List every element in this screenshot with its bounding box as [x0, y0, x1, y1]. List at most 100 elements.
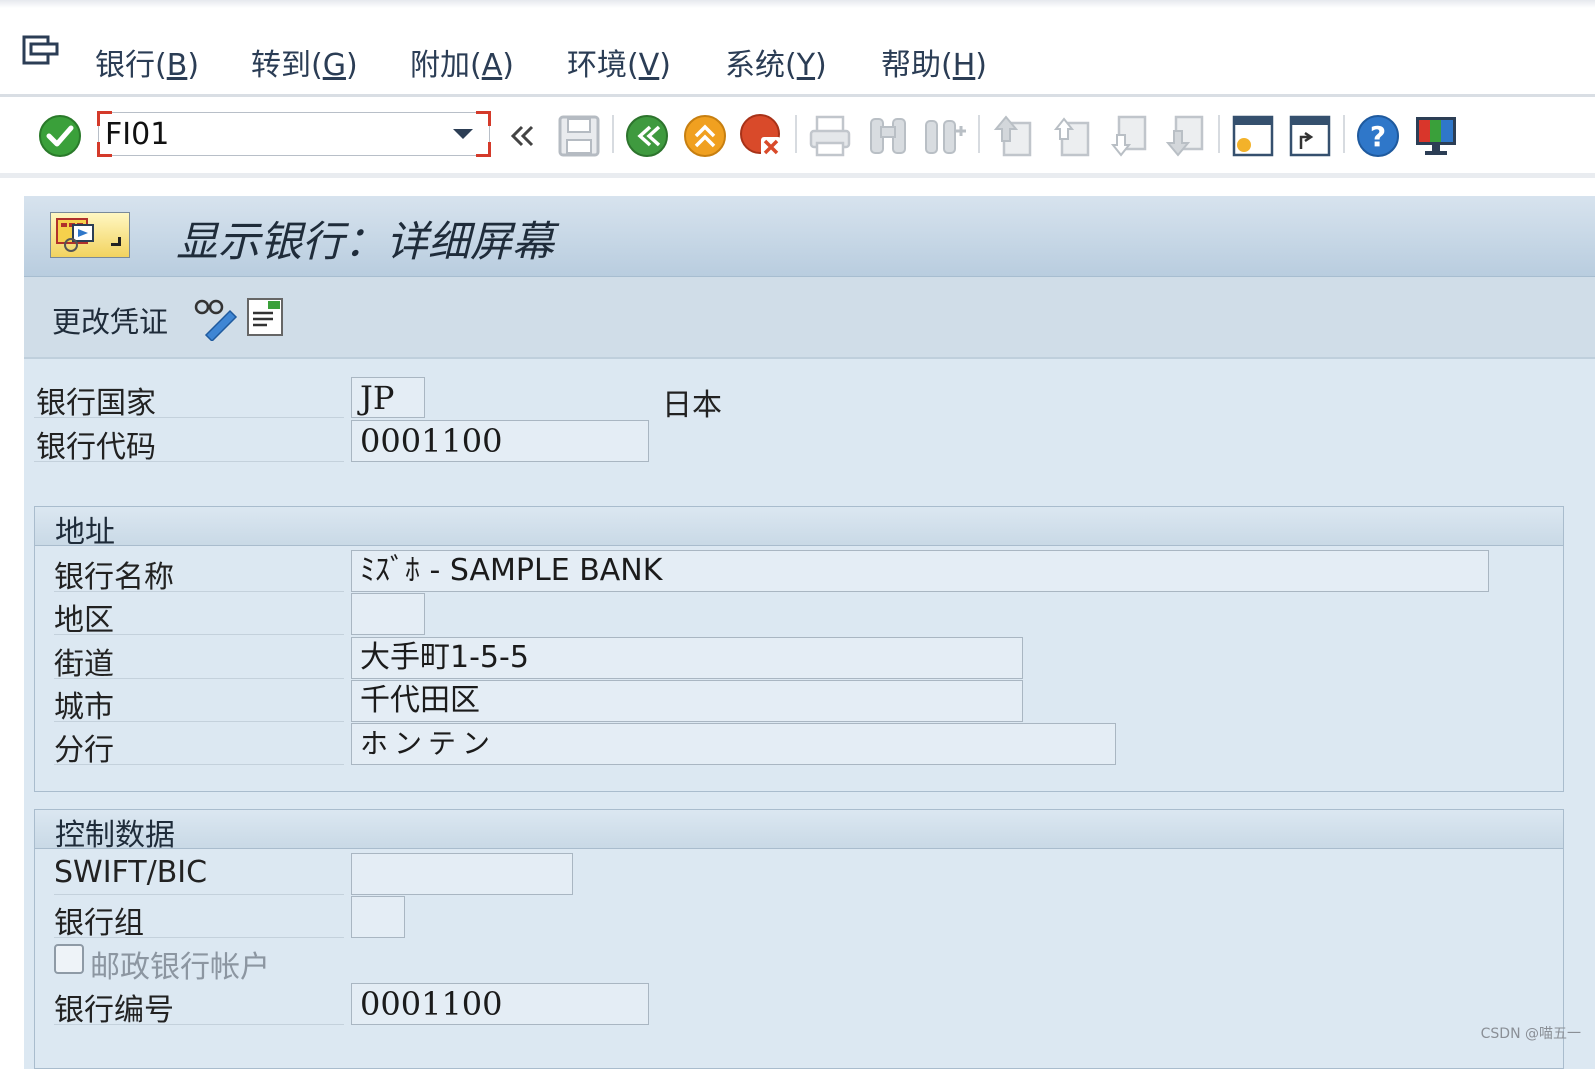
- collapse-chevrons-icon[interactable]: [500, 113, 546, 159]
- address-group-title: 地址: [55, 515, 115, 550]
- chevron-down-icon[interactable]: [453, 129, 473, 139]
- bank-country-field[interactable]: JP: [351, 377, 425, 418]
- control-data-group: 控制数据: [34, 809, 1564, 1069]
- menu-bank-mnemonic: B: [166, 48, 188, 83]
- postbank-account-label: 邮政银行帐户: [90, 950, 270, 985]
- command-field-corner: [476, 111, 491, 126]
- bank-name-label: 银行名称: [54, 560, 174, 595]
- toolbar-separator: [978, 115, 980, 153]
- menu-extras-label: 附加(: [410, 48, 482, 83]
- menu-help-label: 帮助(: [881, 48, 953, 83]
- title-bar: 显示银行：详细屏幕: [24, 196, 1595, 277]
- menu-environment[interactable]: 环境(V): [567, 40, 671, 84]
- toolbar-separator: [795, 115, 797, 153]
- branch-label: 分行: [54, 733, 114, 768]
- bank-group-label: 银行组: [54, 906, 144, 941]
- swift-label: SWIFT/BIC: [54, 855, 208, 890]
- branch-field[interactable]: ホンテン: [351, 723, 1116, 765]
- display-change-glasses-icon[interactable]: [192, 295, 238, 343]
- menu-goto[interactable]: 转到(G): [251, 40, 358, 84]
- menu-bank-label: 银行(: [95, 48, 167, 83]
- swift-field[interactable]: [351, 853, 573, 895]
- postbank-account-checkbox[interactable]: [54, 944, 84, 974]
- menu-system-label: 系统(: [725, 48, 797, 83]
- bank-number-field[interactable]: 0001100: [351, 983, 649, 1025]
- bank-key-field[interactable]: 0001100: [351, 420, 649, 462]
- find-next-icon[interactable]: [922, 113, 968, 159]
- screen-area: 显示银行：详细屏幕 更改凭证 银行国家 JP 日本 银行代码 0001100 地…: [24, 196, 1595, 1069]
- system-menu-icon[interactable]: [22, 34, 62, 68]
- transaction-menu-icon[interactable]: [50, 212, 130, 258]
- toolbar-separator-line: [0, 173, 1595, 178]
- customize-layout-icon[interactable]: [1413, 113, 1459, 159]
- menu-help-mnemonic: H: [952, 48, 976, 83]
- back-icon[interactable]: [624, 113, 670, 159]
- last-page-icon[interactable]: [1162, 113, 1208, 159]
- bank-country-label: 银行国家: [36, 386, 156, 421]
- menu-bank-close: ): [187, 48, 200, 83]
- bank-country-row: 银行国家: [34, 376, 344, 421]
- command-field-corner: [476, 142, 491, 157]
- menu-help[interactable]: 帮助(H): [881, 40, 987, 84]
- bank-key-row: 银行代码: [34, 420, 344, 465]
- find-icon[interactable]: [865, 113, 911, 159]
- bank-name-row: 银行名称: [54, 550, 344, 595]
- save-icon[interactable]: [556, 113, 602, 159]
- menu-goto-mnemonic: G: [322, 48, 346, 83]
- street-field[interactable]: 大手町1-5-5: [351, 637, 1023, 679]
- page-title: 显示银行：详细屏幕: [176, 217, 555, 266]
- watermark-text: CSDN @喵五一: [1480, 1026, 1581, 1042]
- menu-environment-mnemonic: V: [638, 48, 660, 83]
- control-data-group-title: 控制数据: [55, 818, 175, 853]
- application-toolbar: 更改凭证: [24, 277, 1595, 359]
- command-field-value: FI01: [105, 117, 170, 152]
- bank-number-label: 银行编号: [54, 993, 174, 1028]
- menu-help-close: ): [975, 48, 987, 83]
- cancel-icon[interactable]: [739, 113, 785, 159]
- bank-key-label: 银行代码: [36, 430, 156, 465]
- bank-country-name: 日本: [662, 388, 722, 423]
- address-group-header: 地址: [35, 507, 1563, 550]
- bank-group-field[interactable]: [351, 896, 405, 938]
- branch-row: 分行: [54, 723, 344, 768]
- street-row: 街道: [54, 637, 344, 682]
- menu-bar: 银行(B) 转到(G) 附加(A) 环境(V) 系统(Y) 帮助(H): [0, 8, 1595, 94]
- region-field[interactable]: [351, 593, 425, 635]
- swift-row: SWIFT/BIC: [54, 853, 344, 895]
- first-page-icon[interactable]: [990, 113, 1036, 159]
- command-field[interactable]: FI01: [97, 111, 491, 157]
- street-label: 街道: [54, 647, 114, 682]
- city-label: 城市: [54, 690, 114, 725]
- toolbar-separator: [1343, 115, 1345, 153]
- region-label: 地区: [54, 603, 114, 638]
- menu-system-close: ): [815, 48, 827, 83]
- print-icon[interactable]: [807, 113, 853, 159]
- exit-icon[interactable]: [682, 113, 728, 159]
- city-row: 城市: [54, 680, 344, 725]
- help-icon[interactable]: ?: [1355, 113, 1401, 159]
- bank-group-row: 银行组: [54, 896, 344, 941]
- standard-toolbar: FI01 ?: [0, 97, 1595, 173]
- enter-check-icon[interactable]: [37, 113, 83, 159]
- window-top-edge: [0, 0, 1595, 8]
- document-list-icon[interactable]: [244, 295, 286, 339]
- toolbar-separator: [1218, 115, 1220, 153]
- menu-goto-close: ): [345, 48, 358, 83]
- bank-name-field[interactable]: ﾐｽﾞﾎ - SAMPLE BANK: [351, 550, 1489, 592]
- create-session-icon[interactable]: [1230, 113, 1276, 159]
- region-row: 地区: [54, 593, 344, 638]
- menu-goto-label: 转到(: [251, 48, 323, 83]
- menu-extras-mnemonic: A: [481, 48, 503, 83]
- previous-page-icon[interactable]: [1048, 113, 1094, 159]
- shortcut-icon[interactable]: [1287, 113, 1333, 159]
- control-data-group-header: 控制数据: [35, 810, 1563, 853]
- toolbar-separator: [612, 115, 614, 153]
- menu-system[interactable]: 系统(Y): [725, 40, 827, 84]
- menu-environment-close: ): [659, 48, 671, 83]
- menu-environment-label: 环境(: [567, 48, 639, 83]
- menu-extras[interactable]: 附加(A): [410, 40, 514, 84]
- city-field[interactable]: 千代田区: [351, 680, 1023, 722]
- next-page-icon[interactable]: [1105, 113, 1151, 159]
- menu-bank[interactable]: 银行(B): [95, 40, 199, 84]
- change-documents-button[interactable]: 更改凭证: [52, 299, 168, 341]
